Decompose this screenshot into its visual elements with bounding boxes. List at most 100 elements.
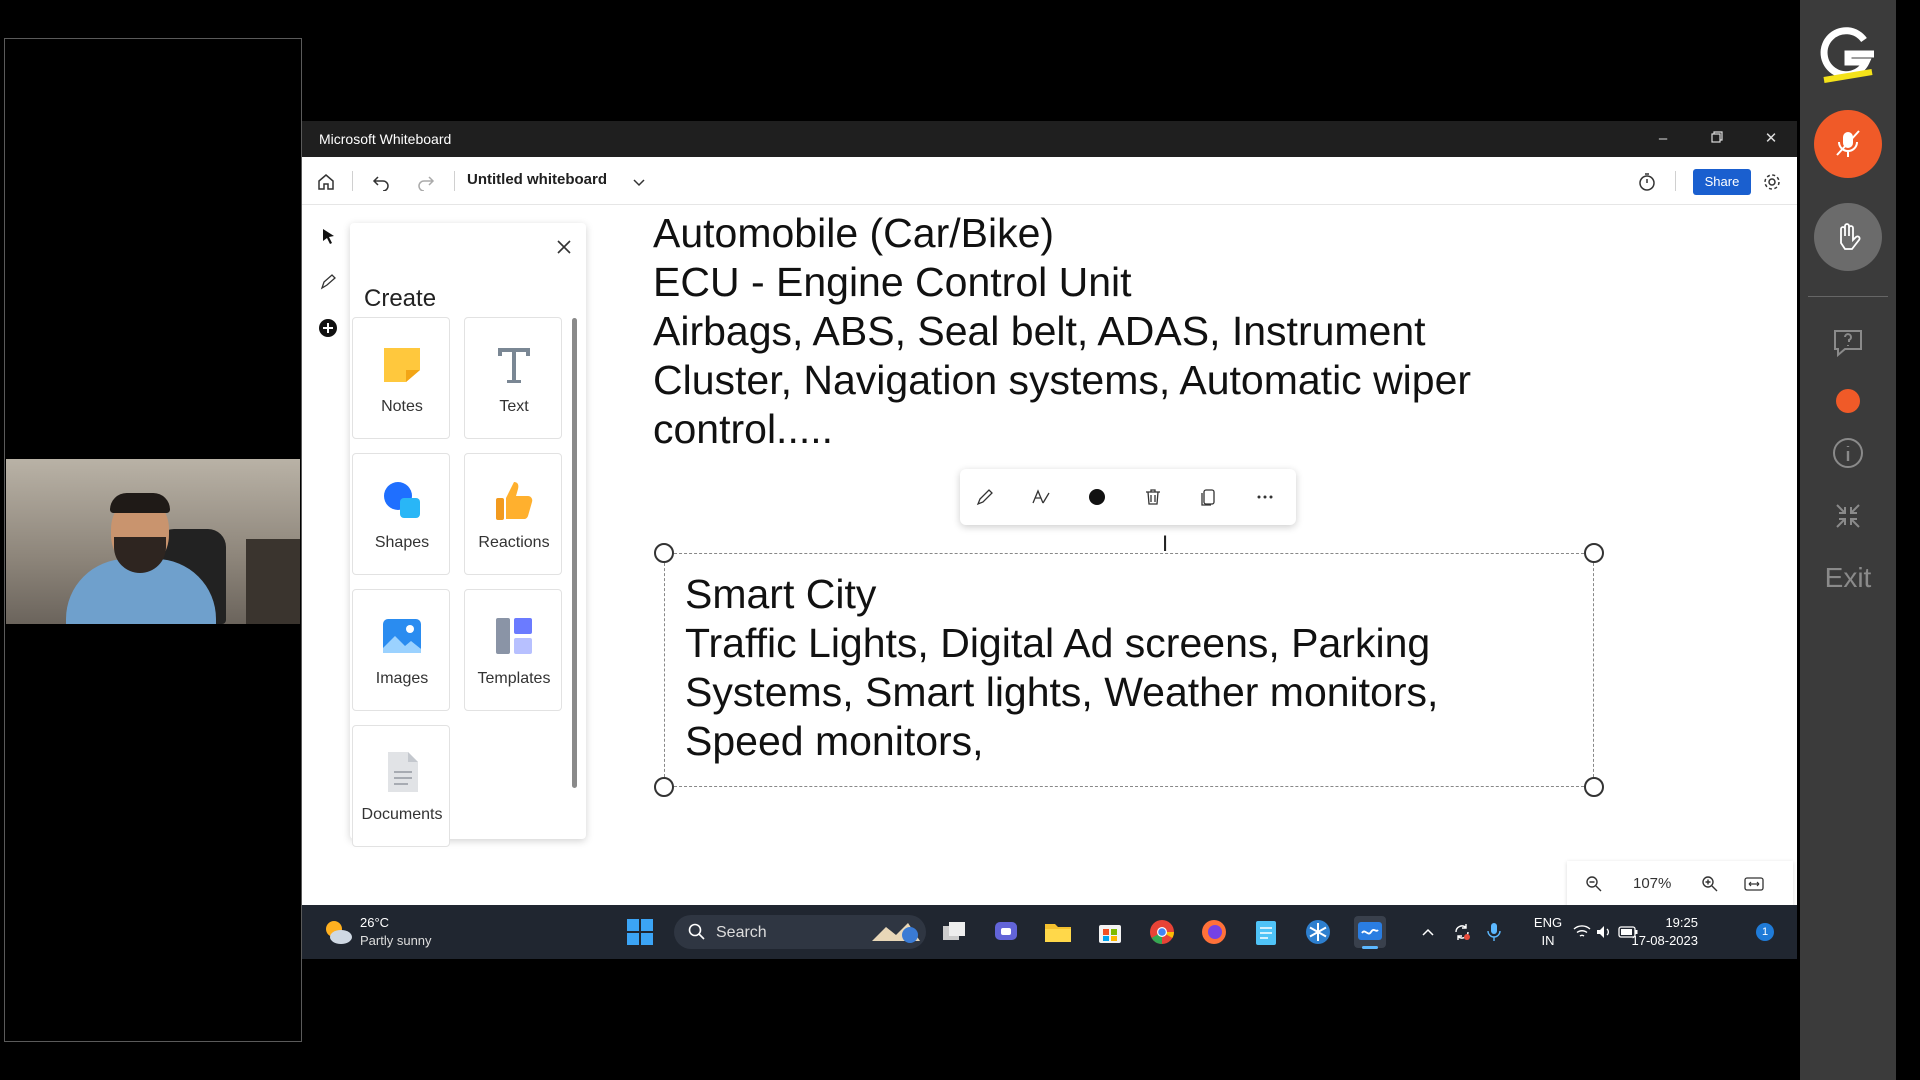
create-documents-tile[interactable]: Documents (352, 725, 450, 847)
text-line: Airbags, ABS, Seal belt, ADAS, Instrumen… (653, 308, 1426, 354)
microphone-icon[interactable] (1478, 916, 1510, 948)
timer-icon[interactable] (1634, 169, 1660, 195)
title-bar: Microsoft Whiteboard – ✕ (302, 121, 1797, 157)
resize-handle-bottom-right[interactable] (1584, 777, 1604, 797)
chevron-down-icon[interactable] (626, 169, 652, 195)
text-line: control..... (653, 406, 834, 452)
text-line: Automobile (Car/Bike) (653, 210, 1055, 256)
create-reactions-tile[interactable]: Reactions (464, 453, 562, 575)
create-templates-tile[interactable]: Templates (464, 589, 562, 711)
resize-handle-top-right[interactable] (1584, 543, 1604, 563)
whiteboard-canvas[interactable]: Create Notes Text Shapes Reactions Image… (302, 205, 1797, 905)
wifi-icon[interactable] (1570, 916, 1594, 948)
notification-badge[interactable]: 1 (1756, 923, 1774, 941)
tile-label: Shapes (374, 534, 430, 551)
volume-icon[interactable] (1592, 916, 1616, 948)
create-images-tile[interactable]: Images (352, 589, 450, 711)
zoom-out-icon[interactable] (1581, 871, 1607, 897)
language-indicator[interactable]: ENG IN (1530, 914, 1566, 950)
video-panel (4, 38, 302, 1042)
teams-chat-icon[interactable] (990, 916, 1022, 948)
zoom-in-icon[interactable] (1697, 871, 1723, 897)
microsoft-store-icon[interactable] (1094, 916, 1126, 948)
file-explorer-icon[interactable] (1042, 916, 1074, 948)
tile-label: Text (499, 398, 529, 415)
fit-to-screen-icon[interactable] (1741, 871, 1767, 897)
search-highlight-icon (870, 919, 922, 950)
select-pointer-icon[interactable] (315, 223, 341, 249)
text-line: Systems, Smart lights, Weather monitors, (685, 669, 1439, 715)
minimize-view-icon[interactable] (1830, 498, 1866, 534)
gear-icon[interactable] (1759, 169, 1785, 195)
thumbs-up-icon (492, 478, 536, 522)
text-line: Cluster, Navigation systems, Automatic w… (653, 357, 1472, 403)
selected-text-box[interactable]: Smart City Traffic Lights, Digital Ad sc… (664, 553, 1594, 787)
windows-taskbar: 26°C Partly sunny Search ENG IN 19:25 17… (302, 905, 1797, 959)
more-options-icon[interactable] (1252, 484, 1278, 510)
pen-icon[interactable] (315, 269, 341, 295)
restore-button[interactable] (1690, 121, 1744, 157)
sync-icon[interactable] (1446, 916, 1478, 948)
search-icon (688, 923, 706, 946)
task-view-icon[interactable] (938, 916, 970, 948)
window-title: Microsoft Whiteboard (319, 131, 452, 147)
zoom-controls: 107% (1567, 861, 1793, 907)
raise-hand-button[interactable] (1814, 203, 1882, 271)
add-icon[interactable] (315, 315, 341, 341)
clock-date: 17-08-2023 (1631, 933, 1699, 948)
snowflake-app-icon[interactable] (1302, 916, 1334, 948)
tool-rail (308, 223, 348, 353)
share-button[interactable]: Share (1693, 169, 1751, 195)
mute-mic-button[interactable] (1814, 110, 1882, 178)
notepad-icon[interactable] (1250, 916, 1282, 948)
close-icon[interactable] (552, 235, 576, 259)
weather-condition: Partly sunny (360, 933, 432, 948)
edit-pen-icon[interactable] (972, 484, 998, 510)
color-picker-icon[interactable] (1084, 484, 1110, 510)
create-panel: Create Notes Text Shapes Reactions Image… (350, 223, 586, 847)
undo-icon[interactable] (368, 169, 394, 195)
firefox-icon[interactable] (1198, 916, 1230, 948)
lang-line1: ENG (1533, 915, 1563, 930)
help-icon[interactable] (1830, 324, 1866, 360)
screen-edge (1896, 0, 1920, 1080)
whiteboard-window: Microsoft Whiteboard – ✕ Untitled whiteb… (302, 121, 1797, 959)
copy-icon[interactable] (1196, 484, 1222, 510)
close-window-button[interactable]: ✕ (1744, 121, 1798, 157)
chrome-icon[interactable] (1146, 916, 1178, 948)
document-icon (380, 750, 424, 794)
text-format-icon[interactable] (1028, 484, 1054, 510)
weather-widget[interactable]: 26°C Partly sunny (322, 915, 452, 949)
whiteboard-app-icon[interactable] (1354, 916, 1386, 949)
sticky-note-icon (380, 342, 424, 386)
delete-icon[interactable] (1140, 484, 1166, 510)
windows-start-icon[interactable] (624, 916, 656, 948)
text-line: Speed monitors, (685, 718, 984, 764)
create-notes-tile[interactable]: Notes (352, 317, 450, 439)
system-clock[interactable]: 19:25 17-08-2023 (1618, 914, 1699, 950)
panel-scrollbar[interactable] (572, 318, 577, 788)
g-logo-icon (1818, 24, 1878, 84)
app-toolbar: Untitled whiteboard Share (302, 157, 1797, 205)
webcam-feed (6, 459, 300, 624)
record-indicator-icon[interactable] (1830, 383, 1866, 419)
home-icon[interactable] (313, 169, 339, 195)
resize-handle-top-left[interactable] (654, 543, 674, 563)
create-text-tile[interactable]: Text (464, 317, 562, 439)
tile-label: Documents (361, 806, 443, 823)
exit-button[interactable]: Exit (1800, 562, 1896, 594)
board-title[interactable]: Untitled whiteboard (467, 171, 607, 188)
info-icon[interactable] (1830, 435, 1866, 471)
tile-label: Notes (381, 398, 423, 415)
weather-temp: 26°C (360, 915, 390, 930)
create-shapes-tile[interactable]: Shapes (352, 453, 450, 575)
taskbar-search[interactable]: Search (674, 915, 926, 949)
chevron-up-icon[interactable] (1412, 916, 1444, 948)
redo-icon[interactable] (413, 169, 439, 195)
text-line: Smart City (685, 571, 877, 617)
templates-icon (492, 614, 536, 658)
resize-handle-bottom-left[interactable] (654, 777, 674, 797)
text-cursor-icon: I (1162, 531, 1169, 556)
screen: Microsoft Whiteboard – ✕ Untitled whiteb… (0, 0, 1920, 1080)
minimize-button[interactable]: – (1636, 121, 1690, 157)
